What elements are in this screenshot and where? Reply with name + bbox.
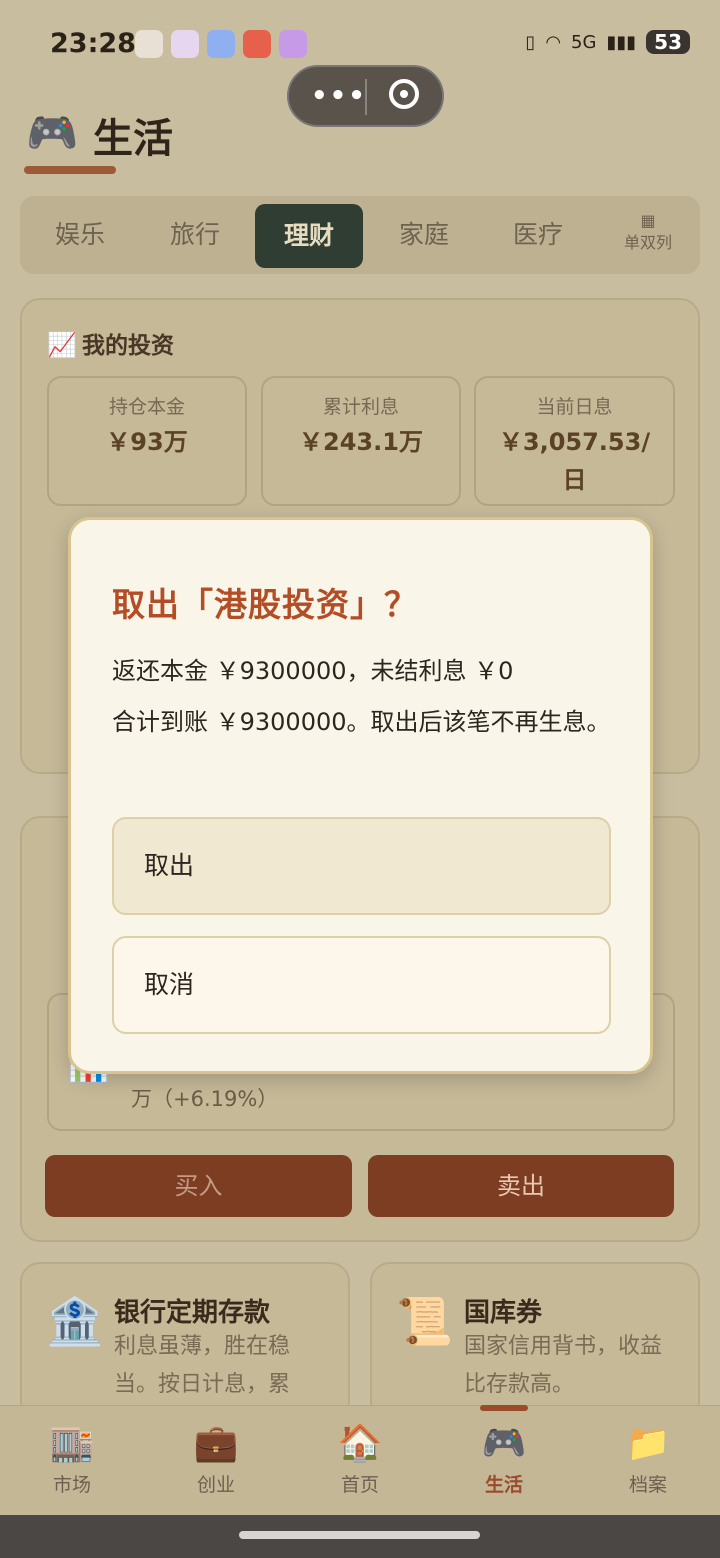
nav-label: 创业 xyxy=(196,1474,235,1496)
bank-icon: 🏦 xyxy=(46,1294,104,1348)
product-card-treasury[interactable]: 📜 国库券 国家信用背书，收益比存款高。 xyxy=(370,1262,700,1422)
vibrate-icon: ▯ xyxy=(525,31,536,53)
nav-life[interactable]: 🎮 生活 xyxy=(454,1422,554,1497)
holding-detail: 万（+6.19%） xyxy=(131,1087,279,1111)
message-icon xyxy=(207,30,235,58)
nav-business[interactable]: 💼 创业 xyxy=(166,1422,266,1497)
product-name: 国库券 xyxy=(464,1298,543,1328)
chart-up-icon: 📈 xyxy=(47,331,77,359)
page-title: 生活 xyxy=(93,116,173,162)
market-icon: 🏬 xyxy=(49,1423,95,1464)
gamepad-icon: 🎮 xyxy=(26,108,79,157)
notification-icons xyxy=(135,30,307,58)
title-underline xyxy=(24,166,116,174)
stat-interest: 累计利息 ￥243.1万 xyxy=(261,376,461,506)
stat-principal: 持仓本金 ￥93万 xyxy=(47,376,247,506)
chat-app-icon xyxy=(279,30,307,58)
wifi-icon: ◠ xyxy=(545,31,562,53)
confirm-withdraw-button[interactable]: 取出 xyxy=(112,817,611,915)
investments-header: 📈 我的投资 xyxy=(47,326,174,360)
miniprogram-capsule[interactable]: ••• xyxy=(287,65,444,127)
nav-market[interactable]: 🏬 市场 xyxy=(22,1422,122,1497)
network-label: 5G xyxy=(571,31,597,53)
nav-archive[interactable]: 📁 档案 xyxy=(598,1422,698,1497)
product-card-deposit[interactable]: 🏦 银行定期存款 利息虽薄，胜在稳当。按日计息，累 xyxy=(20,1262,350,1422)
tab-medical[interactable]: 医疗 xyxy=(498,196,578,274)
stat-value: ￥243.1万 xyxy=(299,428,423,456)
stat-daily-interest: 当前日息 ￥3,057.53/日 xyxy=(474,376,675,506)
signal-icon: ▮▮▮ xyxy=(606,31,637,53)
product-name: 银行定期存款 xyxy=(114,1298,271,1328)
product-desc: 国家信用背书，收益比存款高。 xyxy=(464,1334,663,1397)
layout-toggle[interactable]: ▦ 单双列 xyxy=(618,210,678,254)
bottom-nav: 🏬 市场 💼 创业 🏠 首页 🎮 生活 📁 档案 xyxy=(0,1405,720,1516)
status-time: 23:28 xyxy=(50,28,136,59)
tab-travel[interactable]: 旅行 xyxy=(155,196,235,274)
tab-finance[interactable]: 理财 xyxy=(255,204,363,268)
stat-label: 累计利息 xyxy=(322,396,399,418)
dialog-message: 返还本金 ￥9300000，未结利息 ￥0 合计到账 ￥9300000。取出后该… xyxy=(112,646,612,748)
app-icon xyxy=(171,30,199,58)
nav-label: 档案 xyxy=(628,1474,667,1496)
stat-value: ￥93万 xyxy=(106,428,188,456)
more-icon[interactable]: ••• xyxy=(311,81,367,111)
briefcase-icon: 💼 xyxy=(193,1423,239,1464)
capsule-divider xyxy=(365,79,367,115)
grid-icon: ▦ xyxy=(640,211,656,230)
stat-label: 持仓本金 xyxy=(108,396,185,418)
nav-label: 生活 xyxy=(484,1474,523,1496)
sell-button[interactable]: 卖出 xyxy=(368,1155,674,1217)
dialog-message-line: 返还本金 ￥9300000，未结利息 ￥0 xyxy=(112,657,514,685)
scroll-icon: 📜 xyxy=(396,1294,454,1348)
dialog-title: 取出「港股投资」？ xyxy=(112,585,418,624)
withdraw-dialog: 取出「港股投资」？ 返还本金 ￥9300000，未结利息 ￥0 合计到账 ￥93… xyxy=(68,517,653,1074)
status-right: ▯ ◠ 5G ▮▮▮ 53 xyxy=(525,30,690,54)
nav-label: 首页 xyxy=(340,1474,379,1496)
tab-entertainment[interactable]: 娱乐 xyxy=(40,196,120,274)
home-indicator[interactable] xyxy=(239,1531,480,1539)
investments-title: 我的投资 xyxy=(81,333,174,359)
folder-icon: 📁 xyxy=(625,1423,671,1464)
cancel-button[interactable]: 取消 xyxy=(112,936,611,1034)
buy-button[interactable]: 买入 xyxy=(45,1155,352,1217)
battery-indicator: 53 xyxy=(646,30,690,54)
stat-value: ￥3,057.53/日 xyxy=(498,428,651,494)
close-miniprogram-icon[interactable] xyxy=(389,79,419,109)
dialog-message-line: 合计到账 ￥9300000。取出后该笔不再生息。 xyxy=(112,708,611,736)
nav-home[interactable]: 🏠 首页 xyxy=(310,1422,410,1497)
nav-active-indicator xyxy=(480,1405,528,1411)
category-tabs: 娱乐 旅行 理财 家庭 医疗 ▦ 单双列 xyxy=(20,196,700,274)
layout-toggle-label: 单双列 xyxy=(623,233,672,252)
missed-call-icon xyxy=(135,30,163,58)
nav-label: 市场 xyxy=(52,1474,91,1496)
news-app-icon xyxy=(243,30,271,58)
tab-family[interactable]: 家庭 xyxy=(384,196,464,274)
gamepad-icon: 🎮 xyxy=(481,1423,527,1464)
product-desc: 利息虽薄，胜在稳当。按日计息，累 xyxy=(114,1334,291,1397)
stat-label: 当前日息 xyxy=(536,396,613,418)
home-icon: 🏠 xyxy=(337,1423,383,1464)
